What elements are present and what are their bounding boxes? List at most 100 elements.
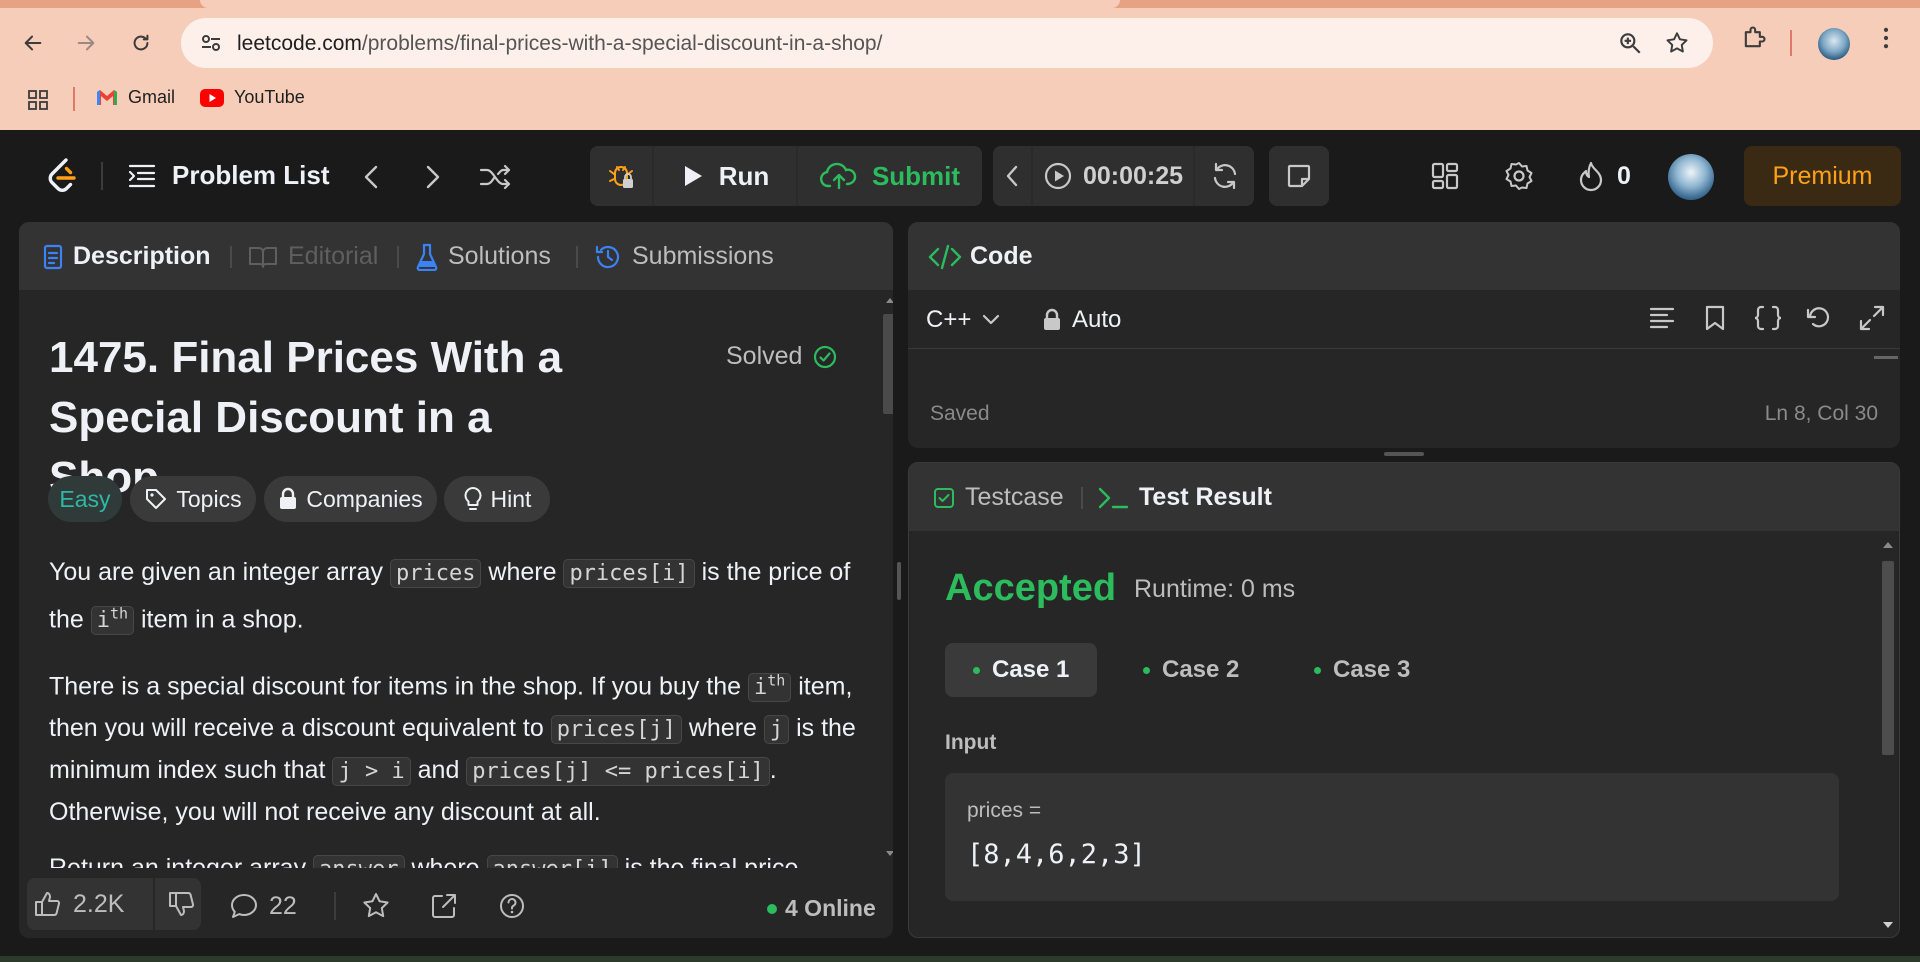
timer-collapse-button[interactable] xyxy=(993,146,1031,206)
forward-button[interactable] xyxy=(69,26,103,60)
timer-reset-button[interactable] xyxy=(1195,146,1254,206)
format-icon[interactable] xyxy=(1648,304,1676,332)
description-scrollbar[interactable] xyxy=(883,290,893,868)
url-path: /problems/final-prices-with-a-special-di… xyxy=(361,32,883,55)
user-avatar[interactable] xyxy=(1668,154,1714,200)
bookmark-gmail[interactable]: Gmail xyxy=(96,87,175,108)
notes-button[interactable] xyxy=(1269,146,1329,206)
case-tab-1[interactable]: Case 1 xyxy=(945,643,1098,697)
arrow-right-icon xyxy=(77,35,95,51)
premium-button[interactable]: Premium xyxy=(1744,146,1901,206)
hint-chip[interactable]: Hint xyxy=(444,476,550,522)
leetcode-logo[interactable] xyxy=(40,154,84,198)
submit-button[interactable]: Submit xyxy=(798,146,982,206)
comments-button[interactable]: 22 xyxy=(229,882,297,930)
more-vert-icon[interactable] xyxy=(1872,24,1900,52)
header-divider xyxy=(101,162,103,190)
scroll-down-icon[interactable] xyxy=(885,850,893,858)
problem-list-button[interactable]: Problem List xyxy=(128,160,329,191)
run-button[interactable]: Run xyxy=(654,146,796,206)
auto-mode-toggle[interactable]: Auto xyxy=(1042,306,1121,334)
timer-display[interactable]: 00:00:25 xyxy=(1033,146,1193,206)
check-circle-icon xyxy=(814,345,837,368)
help-button[interactable] xyxy=(497,882,527,930)
save-status: Saved xyxy=(930,402,990,425)
layout-button[interactable] xyxy=(1427,158,1463,194)
scroll-thumb[interactable] xyxy=(883,314,893,414)
vertical-resize-handle[interactable] xyxy=(897,562,901,600)
case-tab-3[interactable]: Case 3 xyxy=(1286,643,1438,697)
dislike-button[interactable] xyxy=(167,880,197,928)
prev-problem-button[interactable] xyxy=(356,160,386,194)
bookmark-youtube[interactable]: YouTube xyxy=(200,87,305,108)
terminal-icon xyxy=(1098,487,1129,508)
tab-editorial[interactable]: Editorial xyxy=(248,242,378,271)
play-circle-icon xyxy=(1044,162,1072,190)
scroll-down-icon[interactable] xyxy=(1882,921,1894,929)
back-button[interactable] xyxy=(16,26,50,60)
comment-icon xyxy=(231,894,257,918)
zoom-icon[interactable] xyxy=(1617,30,1643,56)
case-label: Case 1 xyxy=(992,656,1070,683)
tab-solutions[interactable]: Solutions xyxy=(416,242,551,271)
submit-label: Submit xyxy=(871,160,961,191)
next-problem-button[interactable] xyxy=(418,160,448,194)
braces-icon[interactable] xyxy=(1753,304,1783,332)
timer-group: 00:00:25 xyxy=(993,146,1254,206)
like-button[interactable]: 2.2K xyxy=(33,880,124,928)
description-content[interactable]: 1475. Final Prices With a Special Discou… xyxy=(19,290,893,868)
reload-button[interactable] xyxy=(124,26,158,60)
description-panel: Description Editorial Solutions Submissi… xyxy=(19,222,893,938)
scroll-thumb[interactable] xyxy=(1882,561,1894,755)
topics-chip[interactable]: Topics xyxy=(130,476,256,522)
expand-icon[interactable] xyxy=(1858,304,1886,332)
favorite-button[interactable] xyxy=(361,882,391,930)
address-bar[interactable]: leetcode.com/problems/final-prices-with-… xyxy=(181,18,1713,68)
streak-button[interactable] xyxy=(1574,158,1608,194)
tab-description[interactable]: Description xyxy=(43,242,211,271)
companies-chip[interactable]: Companies xyxy=(264,476,437,522)
settings-button[interactable] xyxy=(1501,158,1537,194)
undo-icon[interactable] xyxy=(1805,304,1833,332)
bookmark-icon[interactable] xyxy=(1701,304,1729,332)
reload-icon xyxy=(133,34,149,51)
profile-avatar[interactable] xyxy=(1818,28,1850,60)
bookmark-star-icon[interactable] xyxy=(1664,30,1690,56)
tab-testcase[interactable]: Testcase xyxy=(933,483,1064,512)
tab-label: Editorial xyxy=(288,242,379,270)
lock-icon xyxy=(1044,308,1060,330)
question-circle-icon xyxy=(500,894,524,918)
cloud-upload-icon xyxy=(819,162,857,190)
tab-submissions[interactable]: Submissions xyxy=(594,242,774,271)
language-select[interactable]: C++ xyxy=(926,306,1001,334)
code-tab[interactable]: Code xyxy=(928,242,1033,271)
tab-label: Submissions xyxy=(632,242,774,270)
share-button[interactable] xyxy=(429,882,459,930)
comment-count: 22 xyxy=(269,891,297,920)
input-variable: prices = xyxy=(967,799,1042,822)
footer-divider xyxy=(334,892,336,920)
horizontal-resize-handle[interactable] xyxy=(1384,452,1424,456)
extensions-icon[interactable] xyxy=(1740,24,1768,52)
inline-code: answer[i] xyxy=(486,855,618,868)
scroll-up-icon[interactable] xyxy=(885,296,893,304)
tab-divider xyxy=(397,246,399,268)
leetcode-header: Problem List Run Submit 00:00:25 0 Premi… xyxy=(0,130,1920,222)
scroll-up-icon[interactable] xyxy=(1882,541,1894,549)
random-problem-button[interactable] xyxy=(477,160,513,194)
pass-dot xyxy=(1143,666,1150,674)
tab-divider xyxy=(230,246,232,268)
arrow-left-icon xyxy=(24,35,42,51)
tab-test-result[interactable]: Test Result xyxy=(1097,483,1272,512)
url-text[interactable]: leetcode.com/problems/final-prices-with-… xyxy=(237,32,882,56)
test-scrollbar[interactable] xyxy=(1877,533,1899,937)
difficulty-badge[interactable]: Easy xyxy=(48,476,122,522)
debugger-button[interactable] xyxy=(590,146,652,206)
tag-icon xyxy=(146,489,167,509)
case-tab-2[interactable]: Case 2 xyxy=(1115,643,1267,697)
code-brackets-icon xyxy=(928,244,962,269)
inline-code: answer xyxy=(313,855,405,868)
runtime-label: Runtime: 0 ms xyxy=(1134,575,1296,603)
site-settings-icon[interactable] xyxy=(199,31,223,55)
inline-code: j > i xyxy=(332,757,411,787)
